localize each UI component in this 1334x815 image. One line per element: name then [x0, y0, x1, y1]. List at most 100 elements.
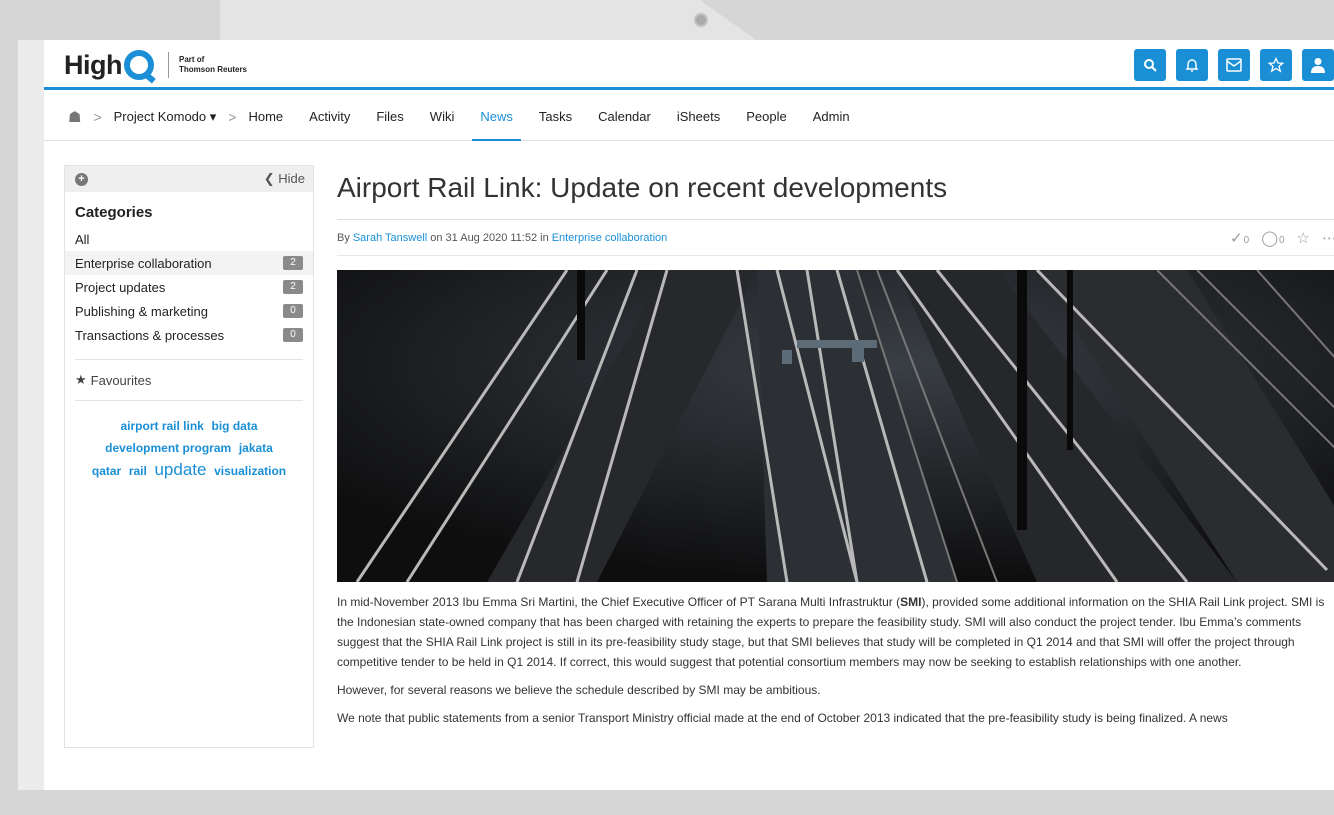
project-dropdown[interactable]: Project Komodo ▾	[114, 109, 217, 125]
categories-title: Categories	[75, 204, 153, 221]
article-paragraph: In mid-November 2013 Ibu Emma Sri Martin…	[337, 592, 1334, 672]
tag-link[interactable]: big data	[211, 419, 257, 433]
railway-tracks-photo	[337, 270, 1334, 582]
article-meta: By Sarah Tanswell on 31 Aug 2020 11:52 i…	[337, 220, 1334, 256]
logo-divider	[168, 52, 169, 78]
caret-down-icon: ▾	[209, 108, 217, 124]
category-publishing-marketing[interactable]: Publishing & marketing 0	[65, 299, 313, 323]
nav-tasks[interactable]: Tasks	[539, 93, 572, 141]
favourite-article-button[interactable]: ☆	[1297, 229, 1310, 247]
nav-admin[interactable]: Admin	[813, 93, 850, 141]
approve-count: 0	[1243, 235, 1250, 246]
device-bezel-highlight	[220, 0, 756, 40]
highq-logo[interactable]: High Part of Thomson Reuters	[64, 48, 247, 82]
sidebar-divider	[75, 400, 303, 401]
breadcrumb-separator: >	[228, 108, 237, 125]
more-actions-button[interactable]: ⋯	[1322, 229, 1334, 247]
logo-q-mark	[124, 50, 154, 80]
category-count-badge: 2	[283, 280, 303, 294]
star-icon: ★	[75, 372, 87, 387]
paragraph-bold: SMI	[900, 595, 922, 609]
category-label: All	[75, 231, 90, 247]
tag-link[interactable]: jakata	[239, 441, 273, 455]
comment-icon: ◯	[1261, 230, 1278, 247]
category-transactions-processes[interactable]: Transactions & processes 0	[65, 323, 313, 347]
nav-files[interactable]: Files	[376, 93, 403, 141]
category-label: Enterprise collaboration	[75, 255, 212, 271]
device-bezel-left	[0, 0, 18, 815]
header-actions	[1134, 49, 1334, 81]
device-bezel-top	[0, 0, 1334, 40]
approve-button[interactable]: ✓0	[1230, 229, 1249, 247]
category-label: Publishing & marketing	[75, 303, 208, 319]
category-label: Transactions & processes	[75, 327, 225, 343]
article-paragraph: We note that public statements from a se…	[337, 711, 1228, 725]
notifications-button[interactable]	[1176, 49, 1208, 81]
article-title: Airport Rail Link: Update on recent deve…	[337, 165, 1334, 220]
article-paragraph: However, for several reasons we believe …	[337, 683, 821, 697]
bell-icon	[1185, 59, 1199, 72]
device-bezel-bottom	[0, 790, 1334, 815]
top-header: High Part of Thomson Reuters	[44, 40, 1334, 90]
sidebar-header: + ❮ Hide	[65, 166, 313, 192]
category-enterprise-collaboration[interactable]: Enterprise collaboration 2	[65, 251, 313, 275]
profile-button[interactable]	[1302, 49, 1334, 81]
search-button[interactable]	[1134, 49, 1166, 81]
more-icon: ⋯	[1322, 230, 1334, 247]
byline-prefix: By	[337, 231, 350, 244]
favourites-link[interactable]: ★ Favourites	[65, 372, 313, 388]
nav-home[interactable]: Home	[248, 93, 283, 141]
logo-text: High	[64, 49, 123, 80]
news-article: Airport Rail Link: Update on recent deve…	[337, 165, 1334, 736]
messages-button[interactable]	[1218, 49, 1250, 81]
nav-wiki[interactable]: Wiki	[430, 93, 455, 141]
chevron-left-icon: ❮	[263, 171, 275, 186]
category-all[interactable]: All	[65, 227, 313, 251]
sidebar-divider	[75, 359, 303, 360]
byline-date: on 31 Aug 2020 11:52 in	[430, 231, 549, 244]
article-body: In mid-November 2013 Ibu Emma Sri Martin…	[337, 592, 1334, 728]
categories-sidebar: + ❮ Hide Categories All Enterprise colla…	[64, 165, 314, 748]
logo-subtitle: Part of Thomson Reuters	[179, 55, 247, 75]
screen-frame	[18, 40, 44, 790]
mail-icon	[1226, 58, 1242, 72]
paragraph-text: In mid-November 2013 Ibu Emma Sri Martin…	[337, 595, 901, 609]
star-icon	[1268, 57, 1284, 73]
star-icon: ☆	[1296, 230, 1310, 247]
hide-sidebar-button[interactable]: ❮ Hide	[264, 171, 305, 187]
breadcrumb-separator: >	[93, 108, 102, 125]
hide-label: Hide	[278, 171, 305, 186]
category-link[interactable]: Enterprise collaboration	[552, 232, 668, 244]
tag-link[interactable]: update	[154, 460, 206, 479]
nav-people[interactable]: People	[746, 93, 786, 141]
approve-icon: ✓	[1230, 230, 1243, 247]
logo-sub-line1: Part of	[179, 55, 205, 64]
nav-news[interactable]: News	[472, 93, 521, 141]
nav-isheets[interactable]: iSheets	[677, 93, 720, 141]
category-project-updates[interactable]: Project updates 2	[65, 275, 313, 299]
category-count-badge: 0	[283, 304, 303, 318]
home-icon[interactable]: ☗	[68, 108, 81, 126]
category-count-badge: 2	[283, 256, 303, 270]
article-actions: ✓0 ◯0 ☆ ⋯	[1230, 229, 1334, 247]
tag-cloud: airport rail link big data development p…	[65, 413, 313, 484]
plus-circle-icon[interactable]: +	[75, 172, 88, 186]
favourites-button[interactable]	[1260, 49, 1292, 81]
category-label: Project updates	[75, 279, 166, 295]
app-screen: High Part of Thomson Reuters ☗ > Project…	[44, 40, 1334, 790]
favourites-label: Favourites	[90, 372, 152, 388]
comment-count: 0	[1278, 235, 1285, 246]
tag-link[interactable]: development program	[105, 441, 231, 455]
tag-link[interactable]: rail	[129, 464, 147, 478]
camera-icon	[694, 13, 708, 27]
user-icon	[1311, 58, 1325, 73]
tag-link[interactable]: visualization	[214, 464, 286, 478]
category-count-badge: 0	[283, 328, 303, 342]
author-link[interactable]: Sarah Tanswell	[353, 232, 427, 244]
nav-calendar[interactable]: Calendar	[598, 93, 651, 141]
comment-button[interactable]: ◯0	[1261, 229, 1284, 247]
tag-link[interactable]: airport rail link	[121, 419, 204, 433]
logo-sub-line2: Thomson Reuters	[179, 65, 248, 74]
tag-link[interactable]: qatar	[92, 464, 121, 478]
nav-activity[interactable]: Activity	[309, 93, 350, 141]
